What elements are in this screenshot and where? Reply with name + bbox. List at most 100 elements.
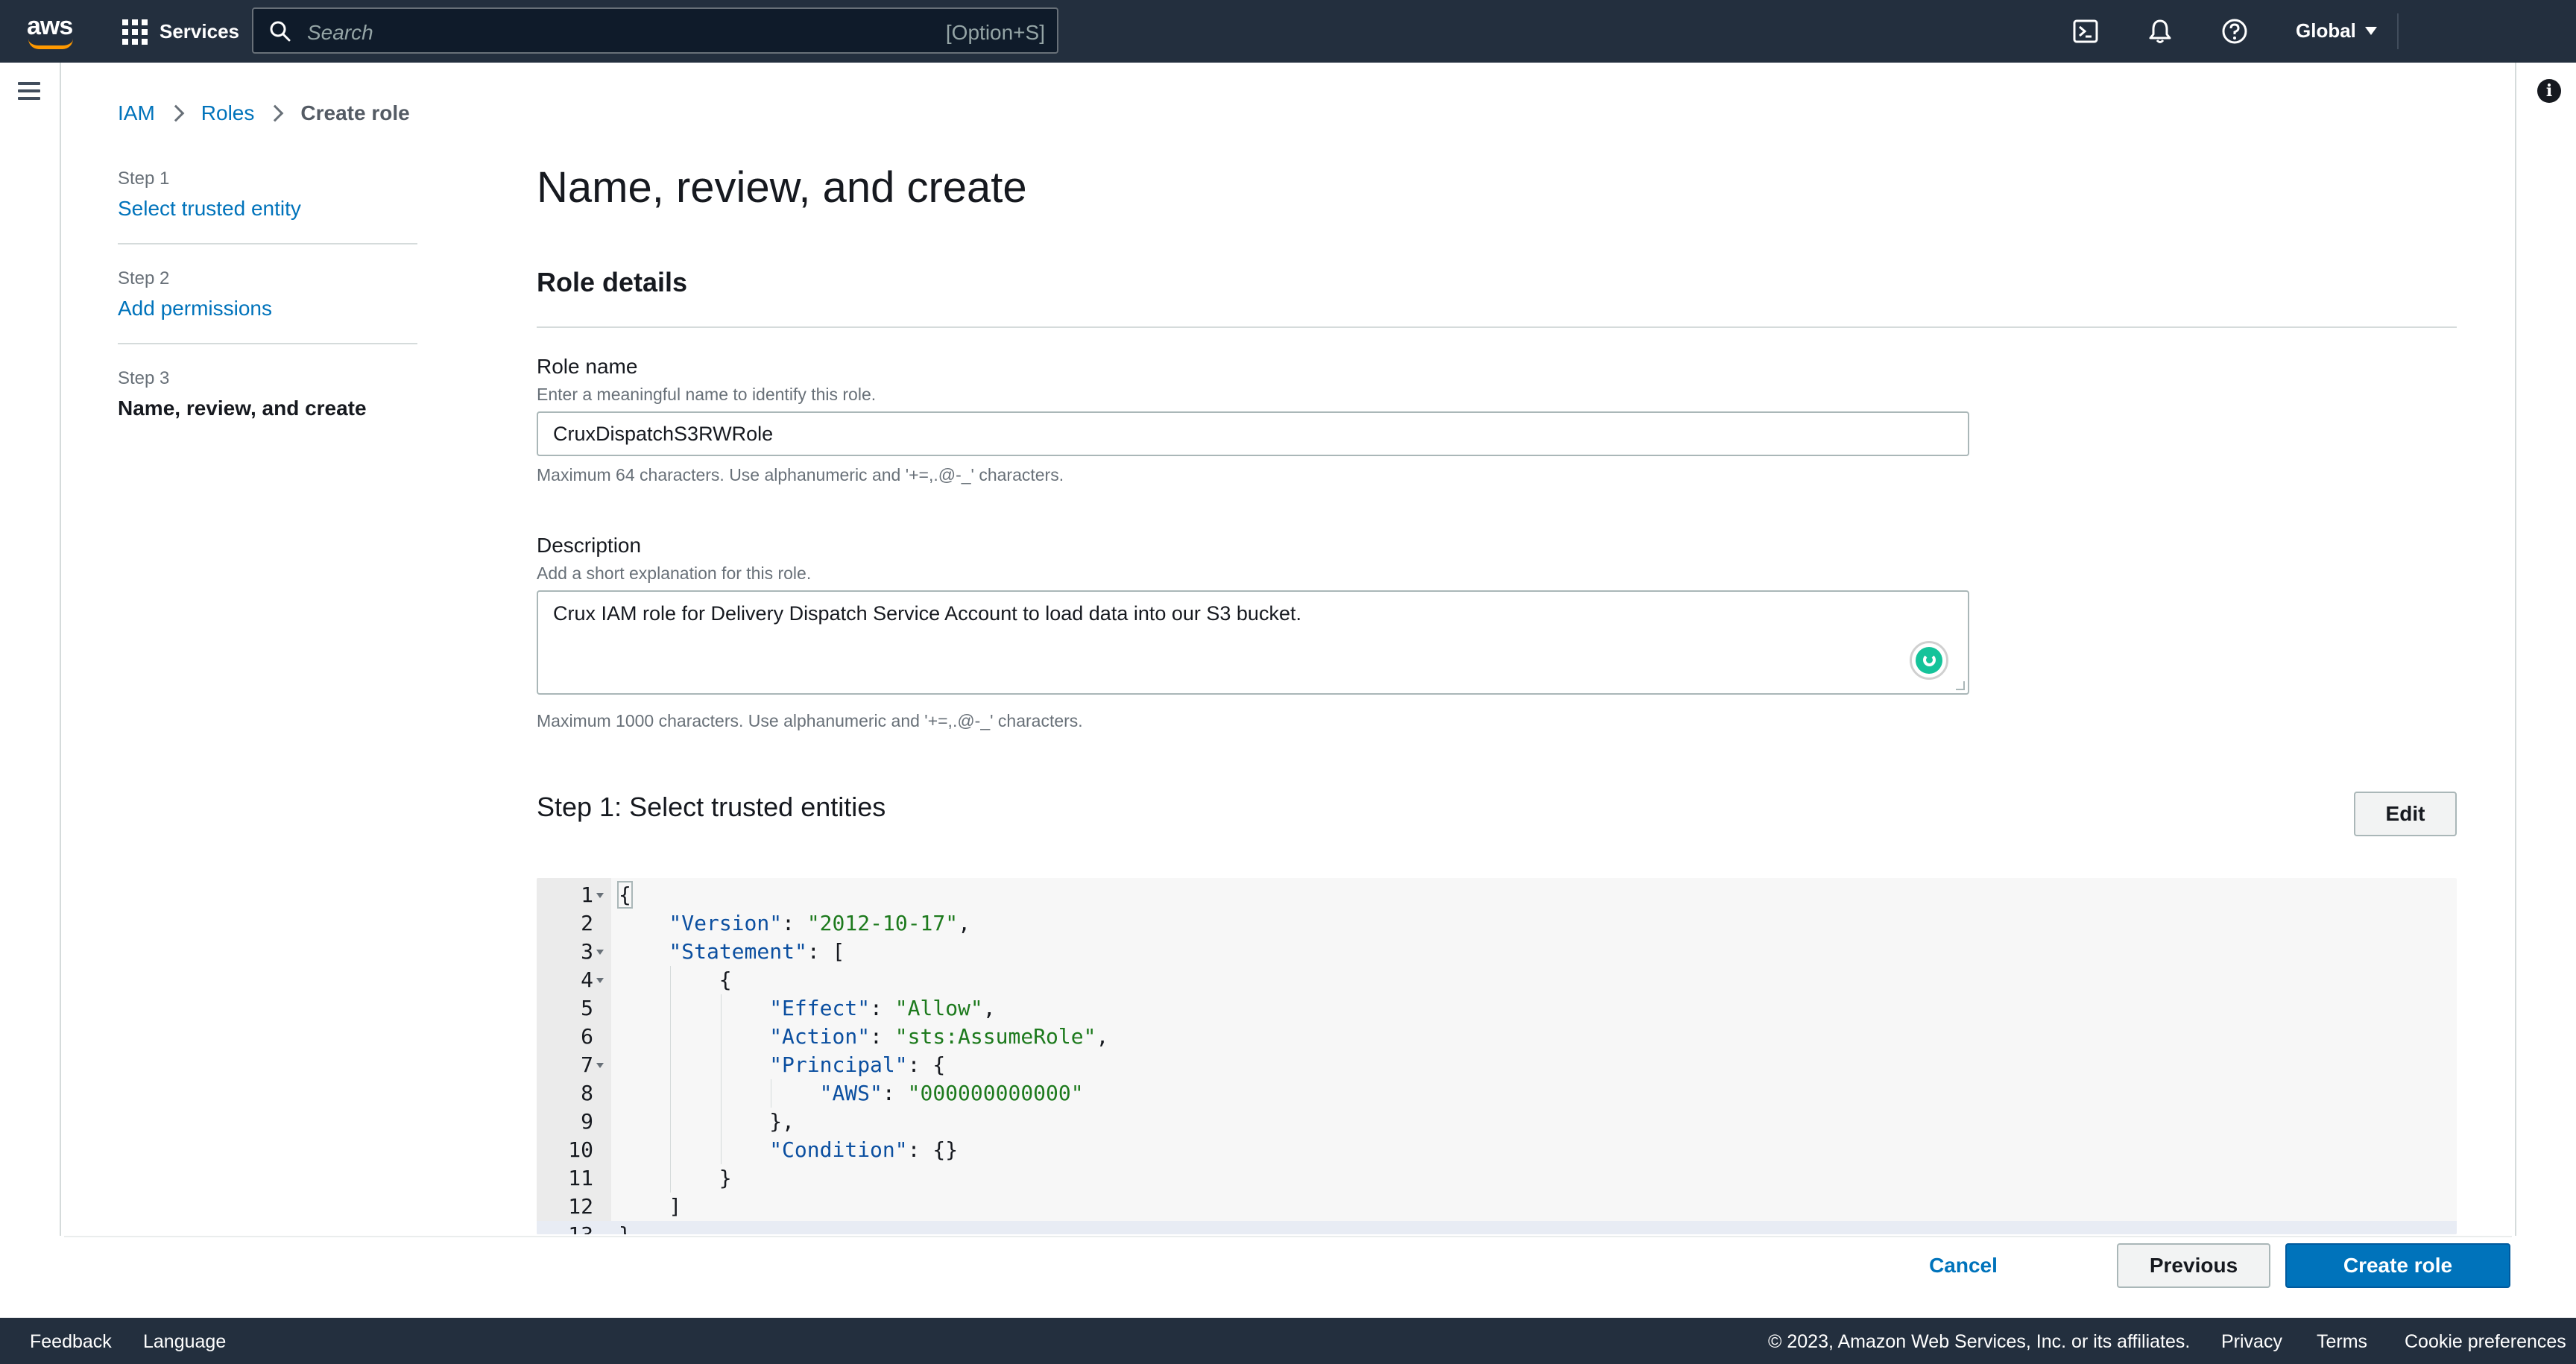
line-number: 9: [581, 1109, 593, 1134]
indent-guide: [720, 1108, 722, 1136]
edit-button[interactable]: Edit: [2354, 792, 2457, 836]
right-side-rail: i: [2515, 63, 2576, 1236]
search-icon: [270, 21, 291, 42]
line-number: 5: [581, 996, 593, 1020]
indent-guide: [670, 1164, 672, 1193]
services-menu-button[interactable]: Services: [122, 16, 239, 46]
breadcrumb-iam[interactable]: IAM: [118, 101, 155, 125]
role-name-input[interactable]: CruxDispatchS3RWRole: [537, 411, 1969, 456]
hamburger-menu-icon[interactable]: [18, 82, 42, 103]
code-line[interactable]: 4{: [537, 966, 2457, 994]
line-number: 1: [581, 883, 593, 907]
description-textarea[interactable]: Crux IAM role for Delivery Dispatch Serv…: [537, 590, 1969, 695]
services-label: Services: [160, 19, 239, 42]
search-placeholder: Search: [307, 21, 373, 44]
fold-arrow-icon[interactable]: [596, 978, 604, 983]
aws-logo[interactable]: aws: [27, 10, 75, 51]
code-line[interactable]: 9},: [537, 1108, 2457, 1136]
line-number: 7: [581, 1052, 593, 1077]
cookie-preferences-link[interactable]: Cookie preferences: [2405, 1331, 2566, 1353]
line-number: 10: [568, 1137, 593, 1162]
step-link-add-permissions[interactable]: Add permissions: [118, 297, 417, 321]
top-navigation: aws Services Search [Option+S] Global: [0, 0, 2576, 63]
code-text: "Version": "2012-10-17",: [669, 911, 970, 935]
breadcrumb-roles[interactable]: Roles: [201, 101, 255, 125]
line-number: 6: [581, 1024, 593, 1049]
page-footer: Feedback Language © 2023, Amazon Web Ser…: [0, 1318, 2576, 1364]
code-line[interactable]: 2 "Version": "2012-10-17",: [537, 909, 2457, 938]
description-help: Add a short explanation for this role.: [537, 563, 812, 583]
code-text: "AWS": "000000000000": [819, 1081, 1084, 1105]
code-line[interactable]: 3 "Statement": [: [537, 938, 2457, 966]
code-line[interactable]: 6 "Action": "sts:AssumeRole",: [537, 1023, 2457, 1051]
region-label: Global: [2296, 19, 2356, 42]
description-value: Crux IAM role for Delivery Dispatch Serv…: [553, 602, 1301, 625]
step-number: Step 2: [118, 268, 170, 288]
wizard-step-3: Step 3 Name, review, and create: [118, 368, 417, 443]
line-number: 13: [537, 1221, 593, 1234]
indent-guide: [720, 1023, 722, 1051]
caret-down-icon: [2364, 27, 2377, 35]
fold-arrow-icon[interactable]: [596, 893, 604, 898]
page-title: Name, review, and create: [537, 163, 1027, 212]
role-name-hint: Maximum 64 characters. Use alphanumeric …: [537, 465, 1064, 484]
region-selector[interactable]: Global: [2296, 19, 2377, 42]
search-shortcut: [Option+S]: [945, 21, 1045, 44]
step-current-label: Name, review, and create: [118, 397, 367, 420]
code-line[interactable]: 1{: [537, 881, 2457, 909]
code-line[interactable]: 10 "Condition": {}: [537, 1136, 2457, 1164]
language-link[interactable]: Language: [143, 1331, 226, 1353]
previous-button[interactable]: Previous: [2117, 1243, 2270, 1288]
help-icon[interactable]: [2220, 16, 2250, 46]
step-link-select-trusted-entity[interactable]: Select trusted entity: [118, 197, 417, 221]
code-text: "Action": "sts:AssumeRole",: [769, 1024, 1109, 1049]
resize-handle[interactable]: [1956, 681, 1965, 690]
code-line[interactable]: 13}: [537, 1221, 2457, 1234]
line-number: 12: [568, 1194, 593, 1219]
feedback-link[interactable]: Feedback: [30, 1331, 112, 1353]
description-hint: Maximum 1000 characters. Use alphanumeri…: [537, 711, 1083, 730]
trust-policy-editor[interactable]: 1{2 "Version": "2012-10-17", 3 "Statement":…: [537, 878, 2457, 1234]
code-text: }: [719, 1166, 732, 1190]
terms-link[interactable]: Terms: [2317, 1331, 2367, 1353]
section-title-role-details: Role details: [537, 267, 688, 297]
code-line[interactable]: 5 "Effect": "Allow",: [537, 994, 2457, 1023]
info-icon[interactable]: i: [2537, 79, 2561, 103]
indent-guide: [720, 1051, 722, 1079]
fold-arrow-icon[interactable]: [596, 950, 604, 955]
indent-guide: [670, 1108, 672, 1136]
code-text: }: [619, 1221, 631, 1234]
chevron-right-icon: [167, 104, 185, 122]
step-number: Step 1: [118, 168, 170, 189]
code-line[interactable]: 12]: [537, 1193, 2457, 1221]
indent-guide: [670, 1023, 672, 1051]
indent-guide: [720, 1136, 722, 1164]
indent-guide: [670, 1079, 672, 1108]
indent-guide: [720, 1079, 722, 1108]
indent-guide: [670, 994, 672, 1023]
section-divider: [537, 326, 2457, 328]
indent-guide: [720, 994, 722, 1023]
code-line[interactable]: 8 "AWS": "000000000000": [537, 1079, 2457, 1108]
cancel-button[interactable]: Cancel: [1917, 1243, 2010, 1288]
grammarly-icon[interactable]: [1910, 641, 1948, 680]
line-number: 4: [581, 967, 593, 992]
create-role-button[interactable]: Create role: [2285, 1243, 2510, 1288]
cloudshell-icon[interactable]: [2071, 16, 2100, 46]
line-number: 8: [581, 1081, 593, 1105]
role-name-label: Role name: [537, 355, 638, 378]
indent-guide: [670, 1051, 672, 1079]
code-line[interactable]: 11}: [537, 1164, 2457, 1193]
privacy-link[interactable]: Privacy: [2221, 1331, 2282, 1353]
trusted-entities-header: Step 1: Select trusted entities: [537, 792, 886, 822]
search-input[interactable]: Search [Option+S]: [252, 7, 1058, 54]
code-text: "Principal": {: [769, 1052, 946, 1077]
bell-icon[interactable]: [2145, 16, 2175, 46]
grid-icon: [122, 19, 148, 45]
chevron-right-icon: [267, 104, 284, 122]
line-number: 11: [568, 1166, 593, 1190]
code-text: {: [719, 967, 732, 992]
fold-arrow-icon[interactable]: [596, 1063, 604, 1068]
breadcrumb: IAM Roles Create role: [118, 101, 410, 125]
code-line[interactable]: 7 "Principal": {: [537, 1051, 2457, 1079]
